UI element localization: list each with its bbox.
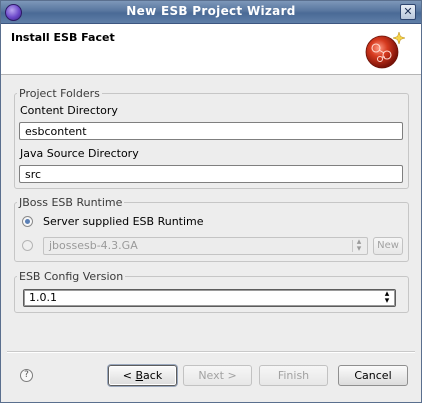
java-source-directory-input[interactable]: src: [19, 165, 403, 183]
up-down-arrow-icon: ▴ ▾: [356, 237, 362, 254]
cancel-button[interactable]: Cancel: [338, 365, 408, 386]
config-version-select[interactable]: 1.0.1 ▴ ▾: [23, 289, 396, 307]
runtime-select-value: jbossesb-4.3.GA: [49, 239, 138, 252]
combo-separator: [352, 240, 353, 252]
config-version-value: 1.0.1: [29, 291, 57, 304]
back-button[interactable]: < Back: [108, 365, 177, 386]
page-title: Install ESB Facet: [11, 31, 115, 44]
back-prefix: <: [122, 369, 132, 382]
jboss-esb-logo-icon: [365, 31, 406, 69]
config-version-legend: ESB Config Version: [19, 270, 124, 283]
help-icon[interactable]: ?: [20, 369, 33, 382]
custom-runtime-radio[interactable]: [22, 240, 33, 251]
back-rest: ack: [143, 369, 163, 382]
new-runtime-button[interactable]: New: [373, 237, 403, 255]
project-folders-legend: Project Folders: [19, 87, 100, 100]
back-mnemonic: B: [135, 369, 144, 382]
up-down-arrow-icon: ▴ ▾: [384, 289, 390, 306]
finish-button[interactable]: Finish: [259, 365, 328, 386]
server-runtime-label[interactable]: Server supplied ESB Runtime: [43, 215, 204, 228]
footer-separator: [7, 351, 415, 353]
runtime-legend: JBoss ESB Runtime: [19, 196, 123, 209]
runtime-select[interactable]: jbossesb-4.3.GA ▴ ▾: [43, 237, 368, 255]
wizard-window: New ESB Project Wizard ✕ Install ESB Fac…: [0, 0, 422, 403]
window-title: New ESB Project Wizard: [126, 4, 296, 18]
content-directory-input[interactable]: esbcontent: [19, 122, 403, 140]
content-directory-label: Content Directory: [20, 104, 118, 117]
server-runtime-radio[interactable]: [22, 216, 33, 227]
title-bar[interactable]: New ESB Project Wizard ✕: [1, 1, 421, 24]
close-icon[interactable]: ✕: [400, 4, 416, 20]
java-source-directory-label: Java Source Directory: [20, 147, 139, 160]
next-button[interactable]: Next >: [183, 365, 252, 386]
wizard-banner: Install ESB Facet: [1, 24, 421, 75]
